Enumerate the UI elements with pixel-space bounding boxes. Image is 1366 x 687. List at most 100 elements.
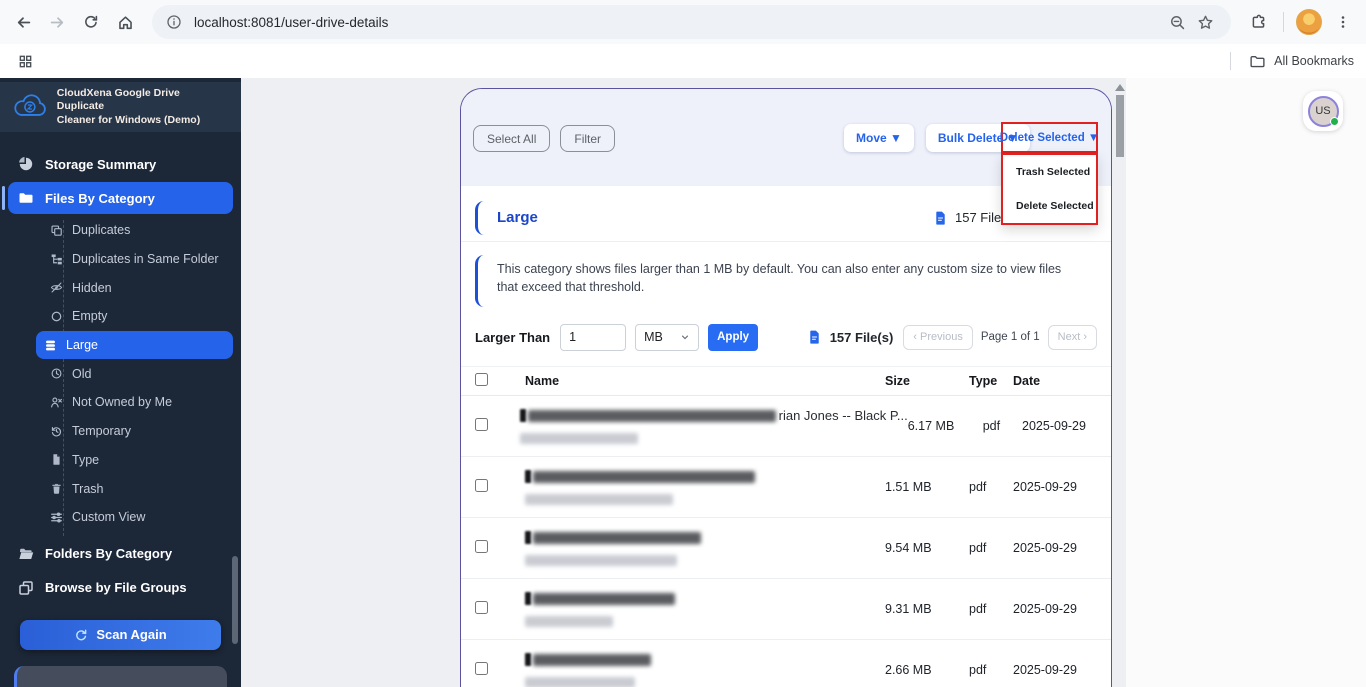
- right-rail: [1126, 78, 1366, 687]
- table-row: 2.66 MB pdf 2025-09-29: [461, 640, 1111, 687]
- sidebar-item-temporary[interactable]: Temporary: [42, 417, 233, 446]
- redacted-path: [525, 616, 613, 627]
- scrollbar-up-arrow[interactable]: [1114, 84, 1125, 91]
- address-bar[interactable]: localhost:8081/user-drive-details: [152, 5, 1231, 39]
- zoom-out-icon[interactable]: [1163, 8, 1191, 36]
- annotation-red-box: Delete Selected ▼: [1000, 122, 1100, 153]
- document-icon: [936, 211, 945, 225]
- redacted-text: [525, 653, 531, 666]
- row-checkbox[interactable]: [475, 540, 488, 553]
- column-name: Name: [525, 374, 560, 388]
- select-all-checkbox[interactable]: [475, 373, 488, 386]
- scan-again-button[interactable]: Scan Again: [20, 619, 221, 650]
- redacted-text: [525, 592, 531, 605]
- circle-icon: [51, 311, 62, 322]
- file-name-cell[interactable]: [525, 652, 885, 687]
- file-name-cell[interactable]: [525, 469, 885, 505]
- select-all-button[interactable]: Select All: [473, 125, 551, 152]
- file-type: pdf: [982, 419, 1001, 433]
- table-row: 9.54 MB pdf 2025-09-29: [461, 518, 1111, 579]
- sliders-icon: [51, 512, 62, 523]
- previous-page-button[interactable]: ‹ Previous: [903, 324, 973, 350]
- file-name-cell[interactable]: rian Jones -- Black P...: [519, 408, 908, 444]
- sidebar-item-hidden[interactable]: Hidden: [42, 273, 233, 302]
- refresh-icon: [76, 629, 87, 640]
- row-checkbox[interactable]: [475, 662, 488, 675]
- layers-icon: [19, 580, 33, 595]
- redacted-text: [525, 531, 531, 544]
- file-size: 9.54 MB: [885, 541, 932, 555]
- file-icon: [53, 454, 60, 466]
- size-input[interactable]: [560, 323, 627, 351]
- sidebar-scrollbar-thumb[interactable]: [232, 556, 238, 644]
- file-name-cell[interactable]: [525, 591, 885, 627]
- site-info-icon[interactable]: [164, 12, 184, 32]
- sidebar-item-old[interactable]: Old: [42, 359, 233, 388]
- row-checkbox[interactable]: [475, 601, 488, 614]
- sidebar-item-duplicates-same-folder[interactable]: Duplicates in Same Folder: [42, 245, 233, 274]
- scrollbar-thumb[interactable]: [1115, 95, 1124, 157]
- row-checkbox[interactable]: [475, 418, 488, 431]
- next-page-button[interactable]: Next ›: [1047, 324, 1097, 350]
- sidebar-item-duplicates[interactable]: Duplicates: [42, 216, 233, 245]
- delete-selected-button[interactable]: Delete Selected ▼: [1000, 132, 1100, 144]
- sidebar-item-custom-view[interactable]: Custom View: [42, 503, 233, 532]
- all-bookmarks[interactable]: All Bookmarks: [1230, 52, 1354, 70]
- sidebar-item-empty[interactable]: Empty: [42, 302, 233, 331]
- bookmark-star-icon[interactable]: [1191, 8, 1219, 36]
- filter-button[interactable]: Filter: [560, 125, 616, 152]
- table-row: rian Jones -- Black P... 6.17 MB pdf 202…: [461, 396, 1111, 457]
- eye-off-icon: [50, 282, 63, 293]
- extensions-icon[interactable]: [1241, 5, 1275, 39]
- copy-icon: [51, 225, 62, 236]
- file-date: 2025-09-29: [1013, 541, 1077, 555]
- pie-chart-icon: [19, 156, 33, 171]
- apps-grid-icon[interactable]: [12, 48, 38, 74]
- table-row: 9.31 MB pdf 2025-09-29: [461, 579, 1111, 640]
- sidebar-item-browse-by-file-groups[interactable]: Browse by File Groups: [8, 572, 233, 604]
- apply-button[interactable]: Apply: [708, 323, 759, 351]
- redacted-text: [519, 409, 526, 422]
- table-header: Name Size Type Date: [461, 366, 1111, 396]
- column-type: Type: [969, 374, 998, 388]
- redacted-text: [533, 592, 675, 605]
- file-type: pdf: [969, 663, 987, 677]
- database-icon: [46, 340, 55, 350]
- sidebar-item-type[interactable]: Type: [42, 446, 233, 475]
- menu-item-trash-selected[interactable]: Trash Selected: [1003, 155, 1096, 189]
- browser-profile-avatar[interactable]: [1296, 9, 1322, 35]
- page-scrollbar[interactable]: [1114, 82, 1125, 687]
- file-date: 2025-09-29: [1022, 419, 1086, 433]
- menu-kebab-icon[interactable]: [1326, 5, 1360, 39]
- back-icon[interactable]: [6, 5, 40, 39]
- move-button[interactable]: Move ▼: [844, 124, 914, 152]
- row-checkbox[interactable]: [475, 479, 488, 492]
- user-x-icon: [51, 397, 62, 408]
- file-name-cell[interactable]: [525, 530, 885, 566]
- content-card: Select All Filter Move ▼ Bulk Delete ▼ D…: [460, 88, 1112, 687]
- accent-bar: [475, 255, 484, 307]
- category-info-text: This category shows files larger than 1 …: [497, 262, 1062, 294]
- sidebar-item-not-owned-by-me[interactable]: Not Owned by Me: [42, 388, 233, 417]
- app-logo-header: CloudXena Google Drive Duplicate Cleaner…: [0, 82, 241, 132]
- user-avatar-button[interactable]: US: [1303, 91, 1343, 131]
- file-size: 1.51 MB: [885, 480, 932, 494]
- sidebar-item-files-by-category[interactable]: Files By Category: [2, 182, 233, 214]
- forward-icon[interactable]: [40, 5, 74, 39]
- sidebar-item-large[interactable]: Large: [36, 330, 233, 360]
- sidebar-item-folders-by-category[interactable]: Folders By Category: [8, 538, 233, 570]
- redacted-path: [525, 677, 635, 687]
- cloudxena-logo-icon: [14, 94, 46, 116]
- sidebar-item-trash[interactable]: Trash: [42, 474, 233, 503]
- home-icon[interactable]: [108, 5, 142, 39]
- unit-select[interactable]: MB: [635, 323, 700, 351]
- sidebar-item-storage-summary[interactable]: Storage Summary: [8, 148, 233, 180]
- menu-item-delete-selected[interactable]: Delete Selected: [1003, 189, 1096, 223]
- reload-icon[interactable]: [74, 5, 108, 39]
- file-type: pdf: [969, 541, 987, 555]
- url-text[interactable]: localhost:8081/user-drive-details: [194, 15, 388, 30]
- larger-than-label: Larger Than: [475, 329, 551, 345]
- page-viewport: CloudXena Google Drive Duplicate Cleaner…: [0, 78, 1366, 687]
- sidebar-note-box: [14, 665, 227, 687]
- all-bookmarks-label: All Bookmarks: [1274, 54, 1354, 68]
